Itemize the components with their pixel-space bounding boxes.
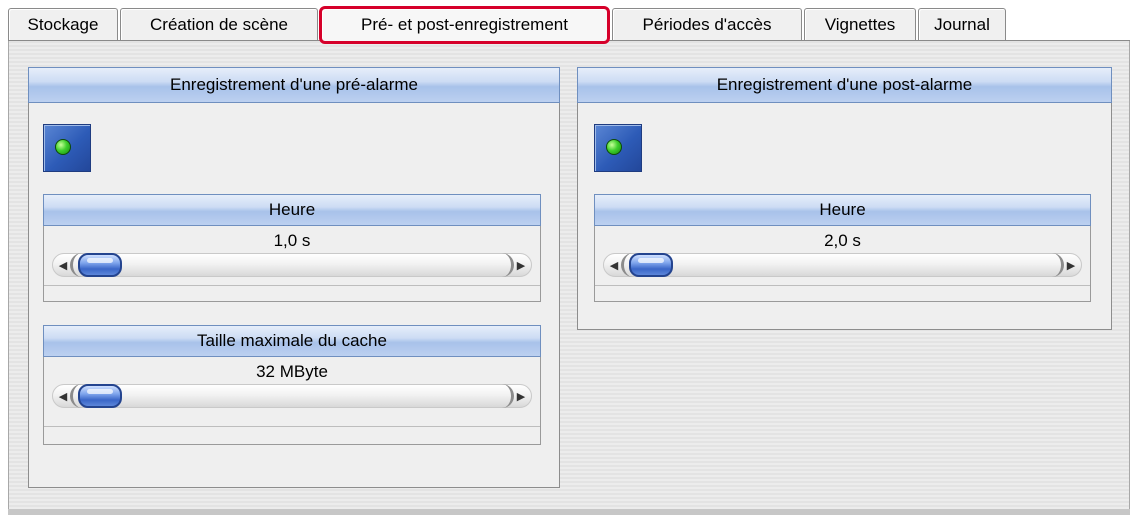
green-led-icon: [606, 139, 622, 155]
slider-thumb[interactable]: [78, 253, 122, 277]
arrow-right-icon[interactable]: ▶: [1064, 256, 1078, 274]
tab-label: Vignettes: [824, 14, 896, 34]
slider-thumb[interactable]: [629, 253, 673, 277]
tab-journal[interactable]: Journal: [918, 8, 1006, 40]
pre-alarm-time-slider[interactable]: ◀ ▶: [52, 251, 532, 279]
slider-track[interactable]: [52, 384, 532, 408]
tab-label: Création de scène: [150, 14, 288, 34]
tab-label: Stockage: [27, 14, 99, 34]
slider-track[interactable]: [603, 253, 1082, 277]
post-alarm-time-slider[interactable]: ◀ ▶: [603, 251, 1082, 279]
pre-alarm-cache-slider[interactable]: ◀ ▶: [52, 382, 532, 410]
arrow-left-icon[interactable]: ◀: [56, 387, 70, 405]
tab-vignettes[interactable]: Vignettes: [804, 8, 916, 40]
post-alarm-time-value: 2,0 s: [824, 231, 861, 250]
post-alarm-header: Enregistrement d'une post-alarme: [577, 67, 1112, 103]
pre-alarm-time-header: Heure: [43, 194, 541, 226]
pre-alarm-cache-value: 32 MByte: [256, 362, 328, 381]
post-alarm-toggle-button[interactable]: [594, 124, 642, 172]
tab-label: Pré- et post-enregistrement: [361, 15, 568, 34]
section-divider: [595, 285, 1090, 286]
pre-alarm-cache-header: Taille maximale du cache: [43, 325, 541, 357]
pre-alarm-time-label: Heure: [268, 200, 316, 219]
pre-alarm-cache-label: Taille maximale du cache: [197, 331, 387, 350]
green-led-icon: [55, 139, 71, 155]
tab-label: Périodes d'accès: [642, 14, 772, 34]
pre-alarm-group: Enregistrement d'une pré-alarme Heure 1,…: [28, 67, 560, 488]
pre-alarm-time-value: 1,0 s: [273, 231, 311, 250]
pre-alarm-header: Enregistrement d'une pré-alarme: [28, 67, 560, 103]
arrow-left-icon[interactable]: ◀: [56, 256, 70, 274]
section-divider: [44, 285, 540, 286]
pre-alarm-title: Enregistrement d'une pré-alarme: [170, 75, 418, 94]
tab-label: Journal: [934, 14, 990, 34]
slider-thumb[interactable]: [78, 384, 122, 408]
tab-stockage[interactable]: Stockage: [8, 8, 118, 40]
pre-alarm-toggle-button[interactable]: [43, 124, 91, 172]
arrow-right-icon[interactable]: ▶: [514, 387, 528, 405]
post-alarm-group: Enregistrement d'une post-alarme Heure 2…: [577, 67, 1112, 330]
post-alarm-time-header: Heure: [594, 194, 1091, 226]
slider-track[interactable]: [52, 253, 532, 277]
pre-alarm-time-section: Heure 1,0 s ◀ ▶: [43, 194, 541, 302]
post-alarm-time-section: Heure 2,0 s ◀ ▶: [594, 194, 1091, 302]
post-alarm-title: Enregistrement d'une post-alarme: [716, 75, 973, 94]
arrow-right-icon[interactable]: ▶: [514, 256, 528, 274]
page-bottom-edge: [8, 509, 1130, 515]
tab-bar: Stockage Création de scène Pré- et post-…: [0, 0, 1133, 46]
tab-pre-post-enregistrement[interactable]: Pré- et post-enregistrement: [319, 6, 610, 44]
arrow-left-icon[interactable]: ◀: [607, 256, 621, 274]
section-divider: [44, 426, 540, 427]
tab-creation-de-scene[interactable]: Création de scène: [120, 8, 318, 40]
pre-alarm-cache-section: Taille maximale du cache 32 MByte ◀ ▶: [43, 325, 541, 445]
tab-periodes-acces[interactable]: Périodes d'accès: [612, 8, 802, 40]
post-alarm-time-label: Heure: [819, 200, 866, 219]
